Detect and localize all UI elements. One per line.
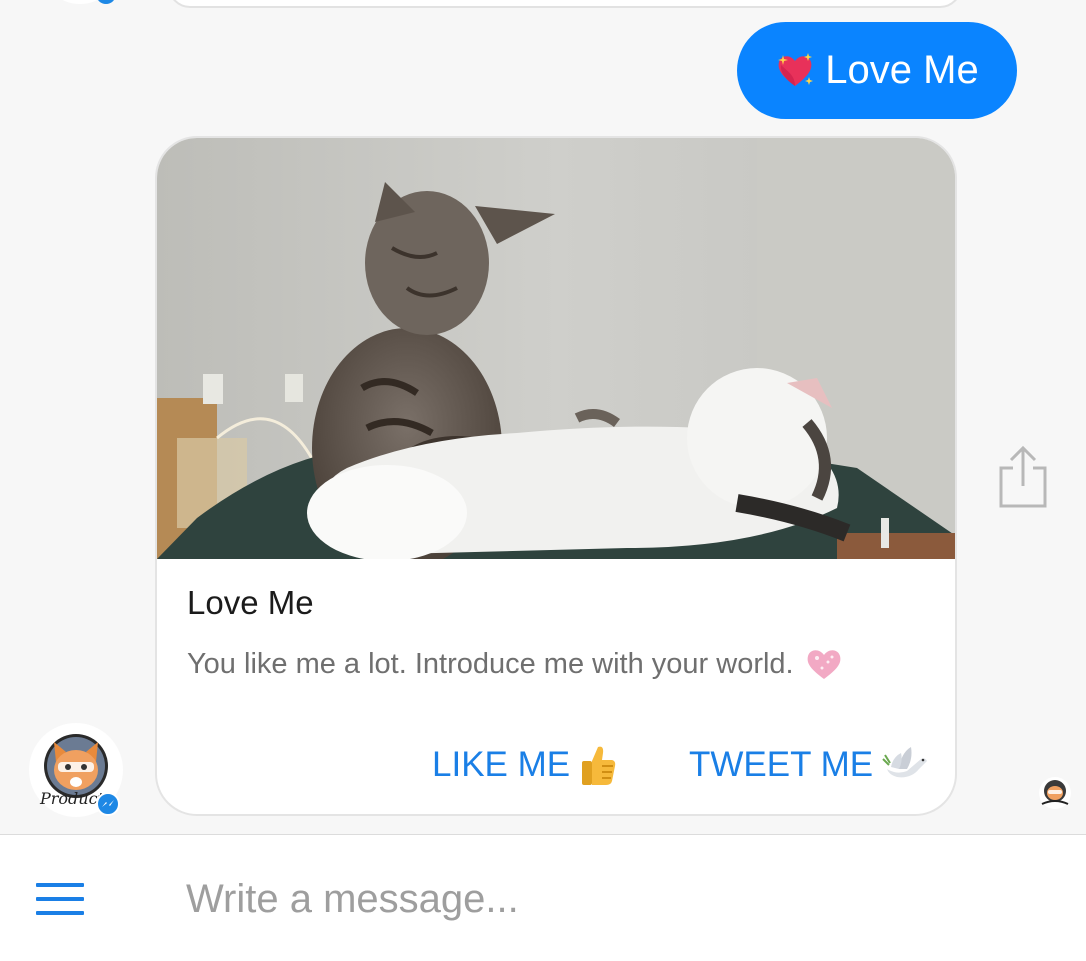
message-composer: [0, 834, 1086, 961]
card-title: Love Me: [187, 584, 314, 621]
generic-template-card: Love Me You like me a lot. Introduce me …: [155, 136, 957, 816]
messenger-badge-icon: [96, 792, 120, 816]
kittens-image[interactable]: [157, 138, 957, 559]
tweet-me-label: TWEET ME: [689, 745, 874, 784]
message-input[interactable]: [170, 869, 1062, 929]
previous-message-bubble[interactable]: [168, 0, 962, 8]
thumbs-up-icon: [582, 746, 616, 785]
like-me-label: LIKE ME: [432, 745, 571, 784]
pink-heart-icon: [807, 650, 840, 679]
bot-avatar[interactable]: Product: [28, 722, 124, 818]
user-message-text: Love Me: [825, 48, 979, 92]
sparkling-heart-icon: [778, 52, 814, 86]
previous-avatar-badge: [96, 0, 116, 4]
like-me-button[interactable]: LIKE ME: [432, 738, 618, 792]
user-message-bubble[interactable]: Love Me: [737, 22, 1017, 119]
dove-icon: [882, 747, 928, 778]
avatar-logo-text: Product: [39, 789, 105, 808]
hamburger-menu-icon[interactable]: [36, 881, 84, 917]
card-subtitle-text: You like me a lot. Introduce me with you…: [187, 647, 794, 680]
tweet-me-button[interactable]: TWEET ME: [689, 738, 929, 792]
card-actions: LIKE ME TWEET ME: [157, 738, 955, 792]
chat-area: Love Me Love Me You like me a lot. Intro…: [0, 0, 1086, 834]
card-subtitle: You like me a lot. Introduce me with you…: [187, 646, 844, 682]
small-read-receipt-avatar: [1039, 777, 1071, 809]
share-icon[interactable]: [995, 444, 1051, 510]
